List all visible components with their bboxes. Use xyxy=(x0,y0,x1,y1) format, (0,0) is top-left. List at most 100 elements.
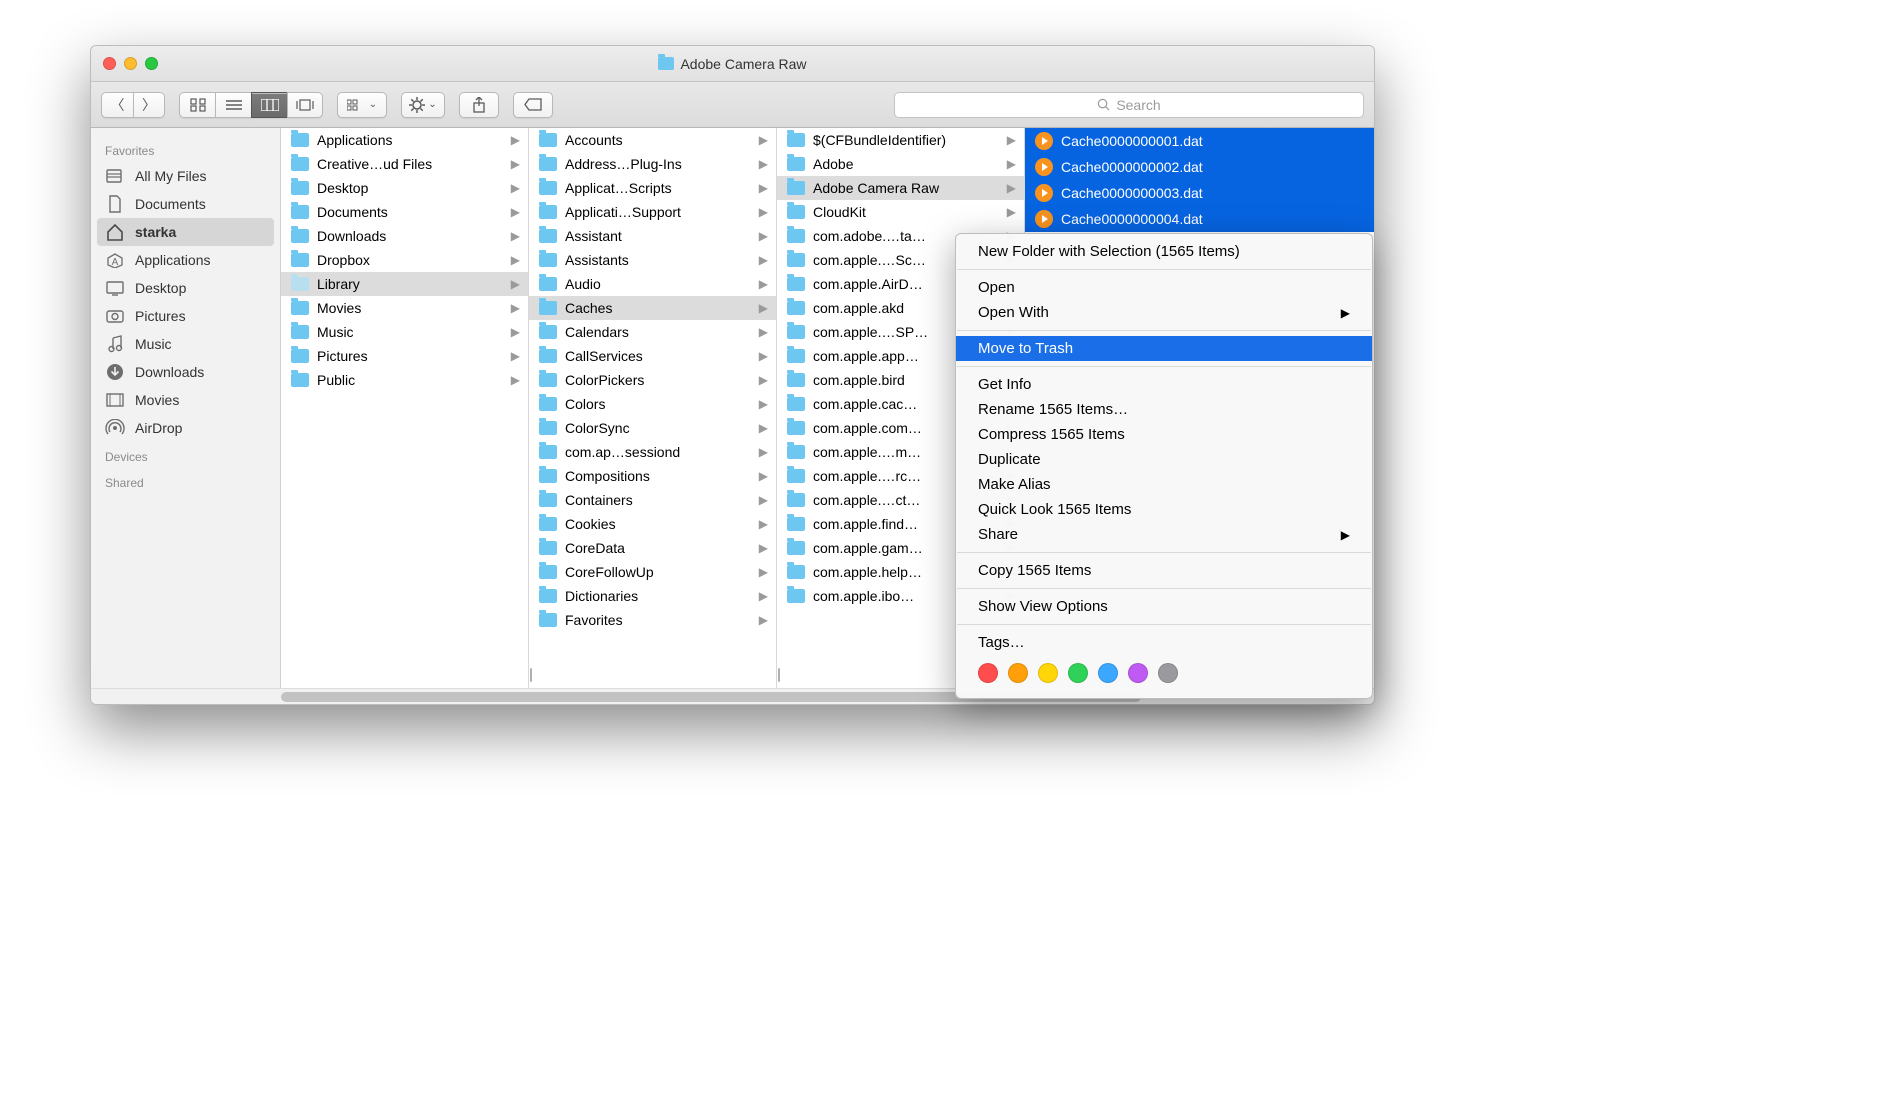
context-menu-item[interactable]: Move to Trash xyxy=(956,336,1372,361)
context-menu-item[interactable]: Compress 1565 Items xyxy=(956,422,1372,447)
arrange-button[interactable]: ⌄ xyxy=(337,92,387,118)
context-menu-item[interactable]: Rename 1565 Items… xyxy=(956,397,1372,422)
coverflow-view-button[interactable] xyxy=(287,92,323,118)
column-resize-handle[interactable] xyxy=(777,668,783,682)
folder-row[interactable]: Adobe▶ xyxy=(777,152,1024,176)
folder-row[interactable]: Containers▶ xyxy=(529,488,776,512)
minimize-window-button[interactable] xyxy=(124,57,137,70)
column-resize-handle[interactable] xyxy=(529,668,535,682)
back-button[interactable]: 〈 xyxy=(101,92,133,118)
tag-color-6[interactable] xyxy=(1158,663,1178,683)
sidebar-item-pictures[interactable]: Pictures xyxy=(91,302,280,330)
folder-row[interactable]: Audio▶ xyxy=(529,272,776,296)
folder-row[interactable]: Applicati…Support▶ xyxy=(529,200,776,224)
action-button[interactable]: ⌄ xyxy=(401,92,445,118)
tag-color-2[interactable] xyxy=(1038,663,1058,683)
sidebar-item-applications[interactable]: AApplications xyxy=(91,246,280,274)
folder-row[interactable]: Accounts▶ xyxy=(529,128,776,152)
share-button[interactable] xyxy=(459,92,499,118)
context-menu-item[interactable]: Tags… xyxy=(956,630,1372,655)
sidebar-item-all-my-files[interactable]: All My Files xyxy=(91,162,280,190)
folder-row[interactable]: Dropbox▶ xyxy=(281,248,528,272)
context-menu-item[interactable]: Copy 1565 Items xyxy=(956,558,1372,583)
folder-row[interactable]: Caches▶ xyxy=(529,296,776,320)
tag-color-3[interactable] xyxy=(1068,663,1088,683)
forward-button[interactable]: 〉 xyxy=(133,92,165,118)
folder-icon xyxy=(787,445,805,459)
sidebar-item-downloads[interactable]: Downloads xyxy=(91,358,280,386)
folder-row[interactable]: CloudKit▶ xyxy=(777,200,1024,224)
folder-row[interactable]: $(CFBundleIdentifier)▶ xyxy=(777,128,1024,152)
column-view-button[interactable] xyxy=(251,92,287,118)
folder-row[interactable]: Dictionaries▶ xyxy=(529,584,776,608)
folder-row[interactable]: Movies▶ xyxy=(281,296,528,320)
sidebar-item-movies[interactable]: Movies xyxy=(91,386,280,414)
tags-button[interactable] xyxy=(513,92,553,118)
folder-row[interactable]: Documents▶ xyxy=(281,200,528,224)
folder-row[interactable]: Applications▶ xyxy=(281,128,528,152)
folder-row[interactable]: Assistant▶ xyxy=(529,224,776,248)
folder-row[interactable]: Calendars▶ xyxy=(529,320,776,344)
folder-row[interactable]: Cookies▶ xyxy=(529,512,776,536)
file-row[interactable]: Cache0000000003.dat xyxy=(1025,180,1374,206)
context-menu-item[interactable]: Get Info xyxy=(956,372,1372,397)
folder-row[interactable]: CallServices▶ xyxy=(529,344,776,368)
context-menu-item[interactable]: Share▶ xyxy=(956,522,1372,547)
menu-separator xyxy=(957,269,1371,270)
folder-row[interactable]: Assistants▶ xyxy=(529,248,776,272)
context-menu-item[interactable]: Make Alias xyxy=(956,472,1372,497)
search-icon xyxy=(1097,98,1110,111)
search-placeholder: Search xyxy=(1116,97,1160,113)
folder-row[interactable]: Music▶ xyxy=(281,320,528,344)
folder-row[interactable]: Colors▶ xyxy=(529,392,776,416)
row-label: Cache0000000002.dat xyxy=(1061,159,1203,175)
folder-row[interactable]: Desktop▶ xyxy=(281,176,528,200)
nav-segment: 〈 〉 xyxy=(101,92,165,118)
row-label: com.apple.…Sc… xyxy=(813,252,926,268)
sidebar-item-documents[interactable]: Documents xyxy=(91,190,280,218)
folder-row[interactable]: CoreFollowUp▶ xyxy=(529,560,776,584)
tag-color-5[interactable] xyxy=(1128,663,1148,683)
folder-row[interactable]: Applicat…Scripts▶ xyxy=(529,176,776,200)
sidebar-item-desktop[interactable]: Desktop xyxy=(91,274,280,302)
tag-color-1[interactable] xyxy=(1008,663,1028,683)
context-menu-item[interactable]: Duplicate xyxy=(956,447,1372,472)
sidebar-item-airdrop[interactable]: AirDrop xyxy=(91,414,280,442)
row-label: CoreData xyxy=(565,540,625,556)
folder-row[interactable]: Creative…ud Files▶ xyxy=(281,152,528,176)
folder-row[interactable]: Favorites▶ xyxy=(529,608,776,632)
folder-row[interactable]: CoreData▶ xyxy=(529,536,776,560)
list-view-button[interactable] xyxy=(215,92,251,118)
folder-row[interactable]: ColorPickers▶ xyxy=(529,368,776,392)
context-menu-item[interactable]: Open With▶ xyxy=(956,300,1372,325)
chevron-right-icon: ▶ xyxy=(759,469,768,483)
folder-row[interactable]: Downloads▶ xyxy=(281,224,528,248)
file-row[interactable]: Cache0000000001.dat xyxy=(1025,128,1374,154)
search-input[interactable]: Search xyxy=(894,92,1364,118)
folder-row[interactable]: Pictures▶ xyxy=(281,344,528,368)
tag-color-0[interactable] xyxy=(978,663,998,683)
file-row[interactable]: Cache0000000002.dat xyxy=(1025,154,1374,180)
sidebar-item-starka[interactable]: starka xyxy=(97,218,274,246)
row-label: Assistant xyxy=(565,228,622,244)
folder-row[interactable]: Public▶ xyxy=(281,368,528,392)
folder-row[interactable]: com.ap…sessiond▶ xyxy=(529,440,776,464)
folder-row[interactable]: Adobe Camera Raw▶ xyxy=(777,176,1024,200)
context-menu-item[interactable]: Quick Look 1565 Items xyxy=(956,497,1372,522)
folder-row[interactable]: Compositions▶ xyxy=(529,464,776,488)
row-label: com.apple.bird xyxy=(813,372,905,388)
tag-color-4[interactable] xyxy=(1098,663,1118,683)
file-row[interactable]: Cache0000000004.dat xyxy=(1025,206,1374,232)
context-menu-item[interactable]: Open xyxy=(956,275,1372,300)
zoom-window-button[interactable] xyxy=(145,57,158,70)
folder-row[interactable]: Library▶ xyxy=(281,272,528,296)
row-label: com.apple.…rc… xyxy=(813,468,921,484)
folder-row[interactable]: ColorSync▶ xyxy=(529,416,776,440)
icon-view-button[interactable] xyxy=(179,92,215,118)
close-window-button[interactable] xyxy=(103,57,116,70)
sidebar-item-music[interactable]: Music xyxy=(91,330,280,358)
context-menu-item[interactable]: Show View Options xyxy=(956,594,1372,619)
folder-row[interactable]: Address…Plug-Ins▶ xyxy=(529,152,776,176)
context-menu-item[interactable]: New Folder with Selection (1565 Items) xyxy=(956,239,1372,264)
chevron-right-icon: ▶ xyxy=(511,253,520,267)
